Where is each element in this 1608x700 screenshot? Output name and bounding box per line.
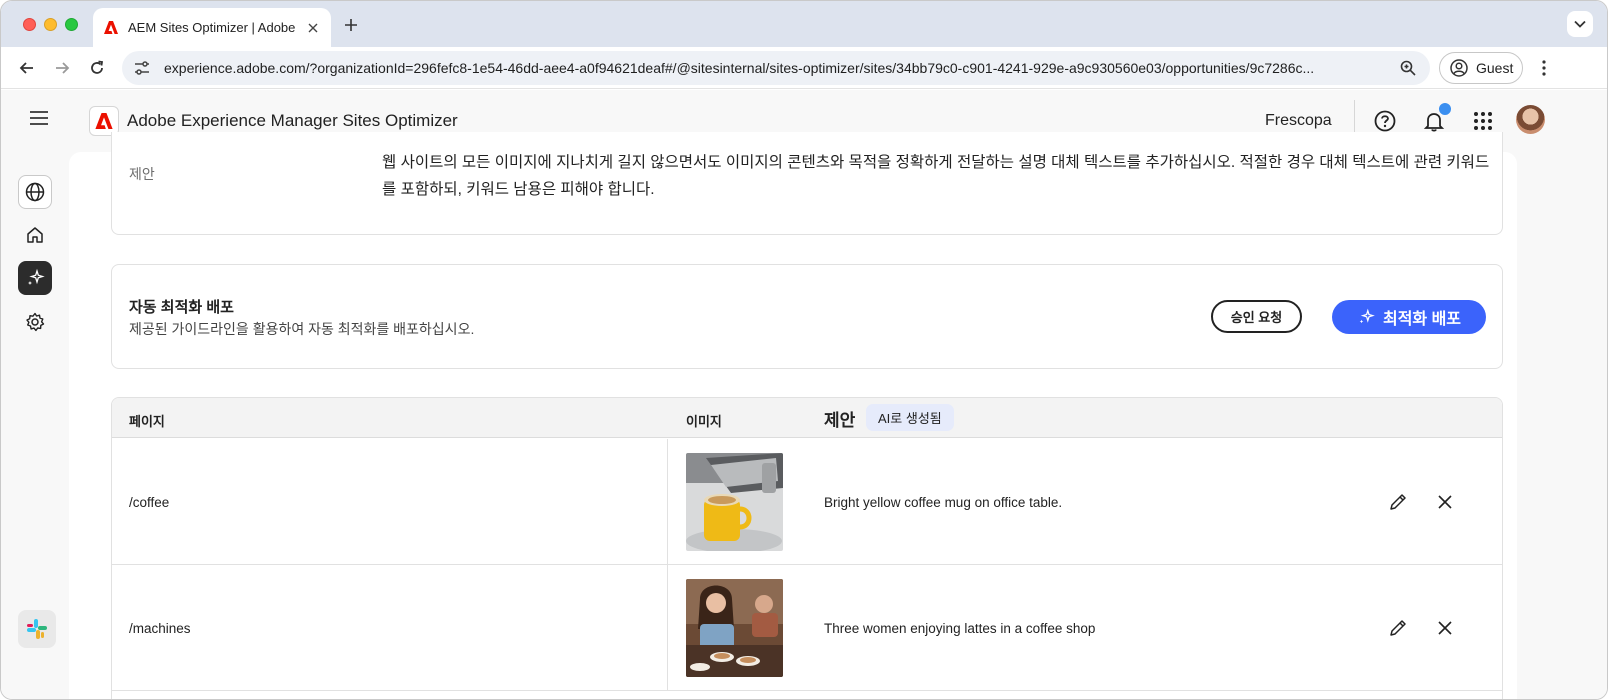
left-rail: [1, 152, 69, 699]
auto-optimize-subtitle: 제공된 가이드라인을 활용하여 자동 최적화를 배포하십시오.: [129, 321, 475, 337]
sparkle-icon: [1359, 308, 1375, 324]
column-header-page: 페이지: [129, 414, 165, 429]
table-row: /machines Three women enjoying lattes in…: [112, 565, 1502, 691]
suggestion-label: 제안: [129, 166, 155, 182]
new-tab-icon[interactable]: [339, 13, 363, 37]
dismiss-close-icon[interactable]: [1433, 490, 1457, 514]
minimize-window-button[interactable]: [44, 18, 57, 31]
hamburger-menu-icon[interactable]: [29, 110, 51, 132]
tab-strip: AEM Sites Optimizer | Adobe: [1, 1, 1607, 47]
suggestion-alt-text: Three women enjoying lattes in a coffee …: [824, 621, 1096, 636]
column-divider: [667, 565, 668, 690]
rail-home-icon[interactable]: [18, 218, 52, 252]
auto-optimize-title: 자동 최적화 배포: [129, 299, 234, 316]
suggestion-card: 제안 웹 사이트의 모든 이미지에 지나치게 길지 않으면서도 이미지의 콘텐츠…: [111, 132, 1503, 235]
table-header: 페이지 이미지 제안 AI로 생성됨: [112, 398, 1502, 438]
image-thumbnail-women-lattes[interactable]: [686, 579, 783, 677]
deploy-label: 최적화 배포: [1382, 311, 1462, 328]
site-settings-icon[interactable]: [134, 59, 152, 77]
app-title: Adobe Experience Manager Sites Optimizer: [127, 111, 458, 130]
rail-sites-globe-icon[interactable]: [18, 175, 52, 209]
url-text: experience.adobe.com/?organizationId=296…: [164, 60, 1315, 76]
user-avatar[interactable]: [1516, 105, 1545, 134]
profile-icon: [1450, 59, 1468, 77]
tab-search-chevron-icon[interactable]: [1567, 11, 1593, 37]
close-tab-icon[interactable]: [305, 20, 321, 36]
page-path[interactable]: /machines: [129, 621, 191, 636]
slack-icon[interactable]: [18, 610, 56, 648]
browser-toolbar: experience.adobe.com/?organizationId=296…: [1, 47, 1607, 89]
profile-button[interactable]: Guest: [1439, 52, 1523, 84]
column-header-image: 이미지: [686, 414, 722, 429]
opportunity-panel: 제안 웹 사이트의 모든 이미지에 지나치게 길지 않으면서도 이미지의 콘텐츠…: [69, 132, 1517, 699]
page-path[interactable]: /coffee: [129, 495, 169, 510]
back-arrow-icon[interactable]: [15, 56, 39, 80]
auto-optimize-card: 자동 최적화 배포 제공된 가이드라인을 활용하여 자동 최적화를 배포하십시오…: [111, 264, 1503, 369]
main-content: 제안 웹 사이트의 모든 이미지에 지나치게 길지 않으면서도 이미지의 콘텐츠…: [69, 132, 1607, 699]
forward-arrow-icon[interactable]: [50, 56, 74, 80]
column-divider: [667, 439, 668, 564]
address-bar[interactable]: experience.adobe.com/?organizationId=296…: [122, 51, 1430, 85]
apps-grid-icon[interactable]: [1470, 108, 1496, 134]
browser-menu-icon[interactable]: [1533, 57, 1555, 79]
close-window-button[interactable]: [23, 18, 36, 31]
adobe-favicon-icon: [103, 20, 119, 36]
edit-pencil-icon[interactable]: [1386, 616, 1410, 640]
browser-window: AEM Sites Optimizer | Adobe experience.a…: [0, 0, 1608, 700]
notification-badge: [1437, 101, 1453, 117]
help-icon[interactable]: [1372, 108, 1398, 134]
deploy-optimization-button[interactable]: 최적화 배포: [1332, 300, 1486, 334]
request-approval-button[interactable]: 승인 요청: [1211, 300, 1302, 333]
reload-icon[interactable]: [85, 56, 109, 80]
suggestion-text: 웹 사이트의 모든 이미지에 지나치게 길지 않으면서도 이미지의 콘텐츠와 목…: [382, 154, 1490, 198]
dismiss-close-icon[interactable]: [1433, 616, 1457, 640]
rail-settings-gear-icon[interactable]: [18, 305, 52, 339]
tab-title: AEM Sites Optimizer | Adobe: [128, 20, 296, 35]
suggestions-table: 페이지 이미지 제안 AI로 생성됨 /coffee Bright yellow…: [111, 397, 1503, 699]
profile-label: Guest: [1476, 60, 1514, 76]
maximize-window-button[interactable]: [65, 18, 78, 31]
org-switcher[interactable]: Frescopa: [1265, 112, 1332, 130]
suggestion-alt-text: Bright yellow coffee mug on office table…: [824, 495, 1063, 510]
ai-generated-badge: AI로 생성됨: [866, 404, 954, 431]
browser-tab[interactable]: AEM Sites Optimizer | Adobe: [93, 8, 331, 47]
image-thumbnail-yellow-mug[interactable]: [686, 453, 783, 551]
zoom-icon[interactable]: [1398, 58, 1418, 78]
rail-opportunities-sparkle-icon[interactable]: [18, 261, 52, 295]
table-row: /coffee Bright yellow coffee mug on offi…: [112, 439, 1502, 565]
column-header-suggestion: 제안: [824, 411, 856, 430]
edit-pencil-icon[interactable]: [1386, 490, 1410, 514]
